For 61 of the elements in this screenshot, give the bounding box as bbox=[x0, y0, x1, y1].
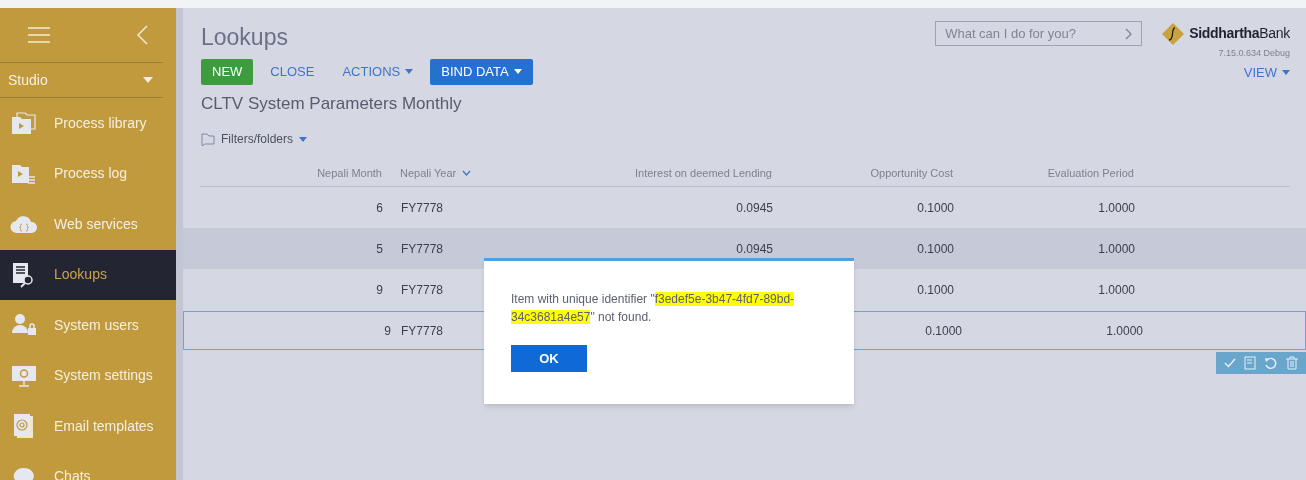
chevron-right-icon bbox=[1125, 27, 1133, 40]
sidebar-item[interactable]: Web services bbox=[0, 199, 176, 250]
sidebar-item[interactable]: Email templates bbox=[0, 401, 176, 452]
table-cell: 1.0000 bbox=[1106, 323, 1143, 338]
monitor-gear-icon bbox=[11, 363, 37, 388]
toolbar-button[interactable]: ACTIONS bbox=[331, 58, 425, 85]
document-icon[interactable] bbox=[1244, 356, 1256, 370]
sidebar-item[interactable]: Process log bbox=[0, 148, 176, 199]
caret-icon bbox=[1282, 70, 1290, 76]
table-cell: 5 bbox=[376, 241, 383, 256]
search-input[interactable]: What can I do for you? bbox=[945, 23, 1106, 44]
column-header[interactable]: Interest on deemed Lending bbox=[582, 164, 772, 182]
bank-logo: SiddharthaBank bbox=[1162, 22, 1290, 45]
view-button[interactable]: VIEW bbox=[1243, 63, 1290, 83]
sidebar-item[interactable]: System settings bbox=[0, 350, 176, 401]
list-title: CLTV System Parameters Monthly bbox=[200, 92, 463, 115]
folder-filter-icon bbox=[201, 132, 215, 146]
column-header[interactable]: Nepali Year bbox=[382, 164, 582, 182]
toolbar-button[interactable]: CLOSE bbox=[259, 58, 326, 85]
table-cell: 1.0000 bbox=[1098, 241, 1135, 256]
sidebar-item[interactable]: Lookups bbox=[0, 249, 176, 300]
table-cell: 0.1000 bbox=[917, 282, 954, 297]
column-header[interactable]: Evaluation Period bbox=[953, 164, 1134, 182]
table-cell: 0.1000 bbox=[925, 323, 962, 338]
lookup-icon bbox=[12, 261, 36, 288]
folder-icon bbox=[11, 111, 37, 136]
column-header[interactable]: Opportunity Cost bbox=[772, 164, 953, 182]
table-cell: 0.1000 bbox=[917, 241, 954, 256]
table-cell: 1.0000 bbox=[1098, 200, 1135, 215]
checkmark-icon[interactable] bbox=[1224, 358, 1236, 368]
table-cell: 0.0945 bbox=[736, 241, 773, 256]
table-cell: 0.0945 bbox=[736, 200, 773, 215]
search-field[interactable]: What can I do for you? bbox=[935, 21, 1143, 46]
table-cell: 6 bbox=[376, 200, 383, 215]
user-lock-icon bbox=[11, 313, 37, 338]
ok-button[interactable]: OK bbox=[511, 345, 587, 372]
table-cell: FY7778 bbox=[401, 200, 444, 215]
column-header[interactable]: Nepali Month bbox=[200, 164, 382, 182]
table-cell: FY7778 bbox=[401, 323, 444, 338]
caret-icon bbox=[143, 77, 153, 83]
section-dropdown[interactable]: Studio bbox=[0, 62, 163, 98]
page-title: Lookups bbox=[201, 23, 288, 52]
table-cell: 0.1000 bbox=[917, 200, 954, 215]
table-cell: FY7778 bbox=[401, 241, 444, 256]
table-cell: FY7778 bbox=[401, 282, 444, 297]
sidebar-item[interactable]: Process library bbox=[0, 98, 176, 149]
table-cell: 9 bbox=[384, 323, 391, 338]
collapse-chevron-icon[interactable] bbox=[136, 25, 148, 45]
trash-icon[interactable] bbox=[1286, 356, 1298, 370]
email-template-icon bbox=[13, 413, 35, 440]
table-cell: 9 bbox=[376, 282, 383, 297]
sidebar-item[interactable]: System users bbox=[0, 300, 176, 351]
cloud-icon bbox=[10, 214, 38, 235]
caret-icon bbox=[299, 136, 308, 142]
table-cell: 1.0000 bbox=[1098, 282, 1135, 297]
menu-icon[interactable] bbox=[28, 27, 50, 43]
undo-icon[interactable] bbox=[1264, 356, 1278, 370]
toolbar-button[interactable]: BIND DATA bbox=[430, 58, 533, 85]
toolbar-button[interactable]: NEW bbox=[201, 58, 254, 85]
version-label: 7.15.0.634 Debug bbox=[1218, 46, 1290, 60]
filters-button[interactable]: Filters/folders bbox=[201, 130, 308, 148]
